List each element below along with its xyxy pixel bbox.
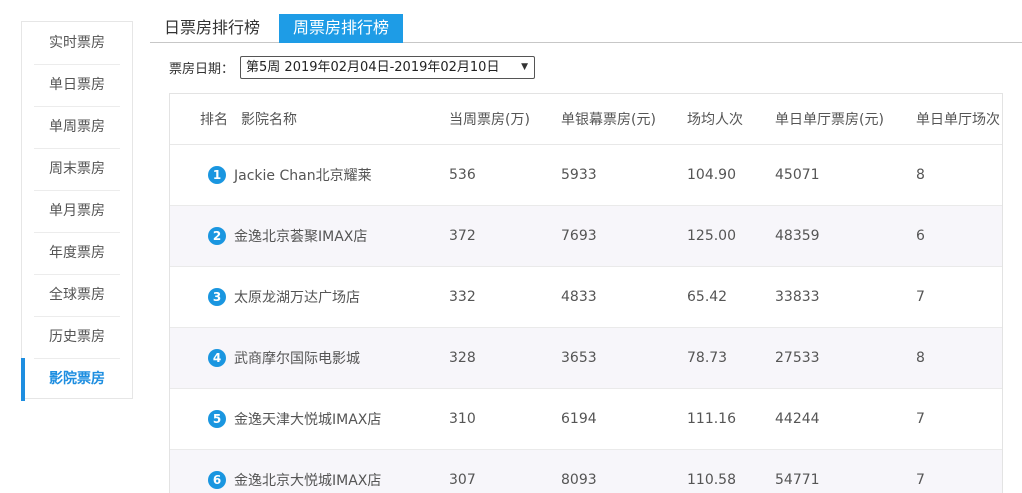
per-screen-boxoffice: 3653 (561, 350, 597, 366)
cinema-name: 金逸天津大悦城IMAX店 (234, 412, 382, 428)
date-select-value: 第5周 2019年02月04日-2019年02月10日 (246, 59, 500, 75)
per-screen-boxoffice: 6194 (561, 411, 597, 427)
tab-daily-ranking[interactable]: 日票房排行榜 (150, 14, 274, 42)
per-screen-boxoffice: 5933 (561, 167, 597, 183)
avg-attendance: 104.90 (687, 167, 736, 183)
cinema-name: 金逸北京荟聚IMAX店 (234, 229, 368, 245)
weekly-boxoffice: 307 (449, 472, 476, 488)
cinema-name: 太原龙湖万达广场店 (234, 290, 360, 306)
daily-hall-boxoffice: 48359 (775, 228, 820, 244)
sidebar-item-monthly[interactable]: 单月票房 (22, 190, 132, 232)
per-screen-boxoffice: 8093 (561, 472, 597, 488)
daily-hall-shows: 7 (916, 411, 925, 427)
sidebar-item-realtime[interactable]: 实时票房 (22, 22, 132, 64)
header-rank: 排名 (200, 112, 228, 128)
rank-badge: 4 (208, 349, 226, 367)
weekly-boxoffice: 310 (449, 411, 476, 427)
daily-hall-shows: 6 (916, 228, 925, 244)
weekly-boxoffice: 372 (449, 228, 476, 244)
weekly-boxoffice: 536 (449, 167, 476, 183)
per-screen-boxoffice: 7693 (561, 228, 597, 244)
rank-badge: 6 (208, 471, 226, 489)
sidebar-nav: 实时票房 单日票房 单周票房 周末票房 单月票房 年度票房 全球票房 历史票房 … (21, 21, 133, 401)
rank-cell: 4 (208, 328, 226, 388)
date-select[interactable]: 第5周 2019年02月04日-2019年02月10日 ▼ (240, 55, 536, 79)
avg-attendance: 110.58 (687, 472, 736, 488)
date-filter: 票房日期： 第5周 2019年02月04日-2019年02月10日 ▼ (169, 55, 536, 79)
sidebar-item-weekend[interactable]: 周末票房 (22, 148, 132, 190)
rank-cell: 6 (208, 450, 226, 493)
avg-attendance: 111.16 (687, 411, 736, 427)
dropdown-arrow-icon: ▼ (521, 61, 529, 72)
weekly-boxoffice: 328 (449, 350, 476, 366)
cinema-name: 武商摩尔国际电影城 (234, 351, 360, 367)
daily-hall-boxoffice: 45071 (775, 167, 820, 183)
sidebar-item-daily[interactable]: 单日票房 (22, 64, 132, 106)
table-row[interactable]: 5 金逸天津大悦城IMAX店 310 6194 111.16 44244 7 (170, 389, 1002, 450)
daily-hall-shows: 8 (916, 167, 925, 183)
daily-hall-boxoffice: 44244 (775, 411, 820, 427)
sidebar-item-cinema[interactable]: 影院票房 (21, 358, 132, 401)
header-avg-attendance: 场均人次 (687, 112, 743, 128)
rank-badge: 2 (208, 227, 226, 245)
daily-hall-boxoffice: 33833 (775, 289, 820, 305)
daily-hall-boxoffice: 27533 (775, 350, 820, 366)
daily-hall-shows: 7 (916, 472, 925, 488)
cinema-ranking-table: 排名 影院名称 当周票房(万) 单银幕票房(元) 场均人次 单日单厅票房(元) … (169, 93, 1003, 493)
table-row[interactable]: 3 太原龙湖万达广场店 332 4833 65.42 33833 7 (170, 267, 1002, 328)
avg-attendance: 78.73 (687, 350, 728, 366)
table-row[interactable]: 6 金逸北京大悦城IMAX店 307 8093 110.58 54771 7 (170, 450, 1002, 493)
header-daily-hall-shows: 单日单厅场次 (916, 112, 1000, 128)
sidebar-item-yearly[interactable]: 年度票房 (22, 232, 132, 274)
rank-badge: 5 (208, 410, 226, 428)
rank-cell: 1 (208, 145, 226, 205)
header-cinema-name: 影院名称 (241, 112, 297, 128)
rank-cell: 2 (208, 206, 226, 266)
daily-hall-shows: 7 (916, 289, 925, 305)
daily-hall-boxoffice: 54771 (775, 472, 820, 488)
sidebar-item-global[interactable]: 全球票房 (22, 274, 132, 316)
rank-cell: 5 (208, 389, 226, 449)
rank-cell: 3 (208, 267, 226, 327)
header-per-screen: 单银幕票房(元) (561, 112, 656, 128)
rank-badge: 3 (208, 288, 226, 306)
header-weekly-boxoffice: 当周票房(万) (449, 112, 530, 128)
table-header: 排名 影院名称 当周票房(万) 单银幕票房(元) 场均人次 单日单厅票房(元) … (170, 94, 1002, 145)
table-row[interactable]: 4 武商摩尔国际电影城 328 3653 78.73 27533 8 (170, 328, 1002, 389)
weekly-boxoffice: 332 (449, 289, 476, 305)
ranking-tabs: 日票房排行榜 周票房排行榜 (150, 14, 1022, 43)
per-screen-boxoffice: 4833 (561, 289, 597, 305)
table-row[interactable]: 1 Jackie Chan北京耀莱 536 5933 104.90 45071 … (170, 145, 1002, 206)
avg-attendance: 65.42 (687, 289, 728, 305)
header-daily-hall-boxoffice: 单日单厅票房(元) (775, 112, 884, 128)
daily-hall-shows: 8 (916, 350, 925, 366)
tab-weekly-ranking[interactable]: 周票房排行榜 (279, 14, 404, 43)
sidebar-item-weekly[interactable]: 单周票房 (22, 106, 132, 148)
cinema-name: Jackie Chan北京耀莱 (234, 168, 372, 184)
cinema-name: 金逸北京大悦城IMAX店 (234, 473, 382, 489)
table-row[interactable]: 2 金逸北京荟聚IMAX店 372 7693 125.00 48359 6 (170, 206, 1002, 267)
rank-badge: 1 (208, 166, 226, 184)
sidebar-item-history[interactable]: 历史票房 (22, 316, 132, 358)
avg-attendance: 125.00 (687, 228, 736, 244)
date-filter-label: 票房日期： (169, 61, 235, 77)
